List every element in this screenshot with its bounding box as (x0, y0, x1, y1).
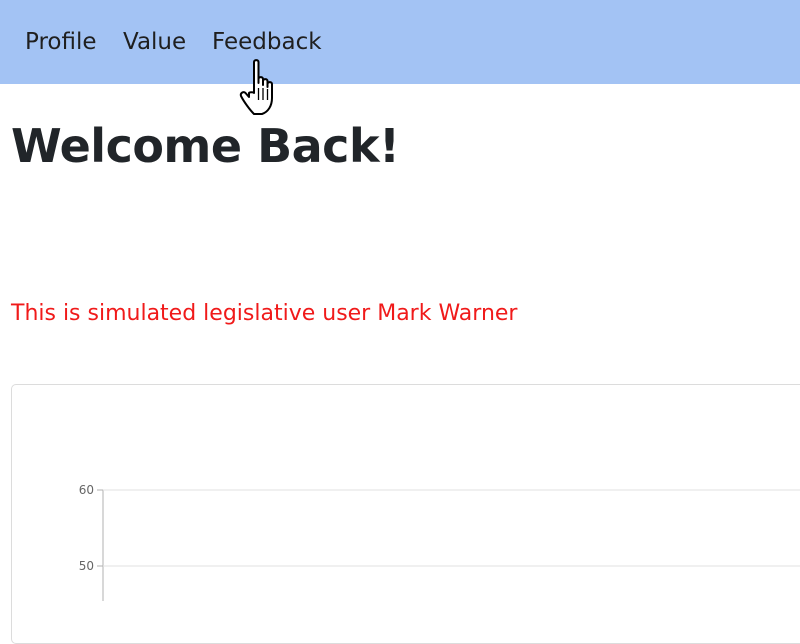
nav-value-link[interactable]: Value (123, 26, 186, 58)
simulated-user-notice: This is simulated legislative user Mark … (11, 301, 518, 326)
y-tick-label: 60 (79, 483, 94, 497)
hand-pointer-cursor-icon (239, 59, 273, 115)
chart-card: 60 50 (11, 384, 800, 644)
nav-profile-link[interactable]: Profile (25, 26, 97, 58)
nav-feedback-link[interactable]: Feedback (212, 26, 322, 58)
line-chart: 60 50 (79, 483, 800, 601)
page-title: Welcome Back! (11, 119, 400, 173)
top-navbar: Profile Value Feedback (0, 0, 800, 84)
y-tick-label: 50 (79, 559, 94, 573)
